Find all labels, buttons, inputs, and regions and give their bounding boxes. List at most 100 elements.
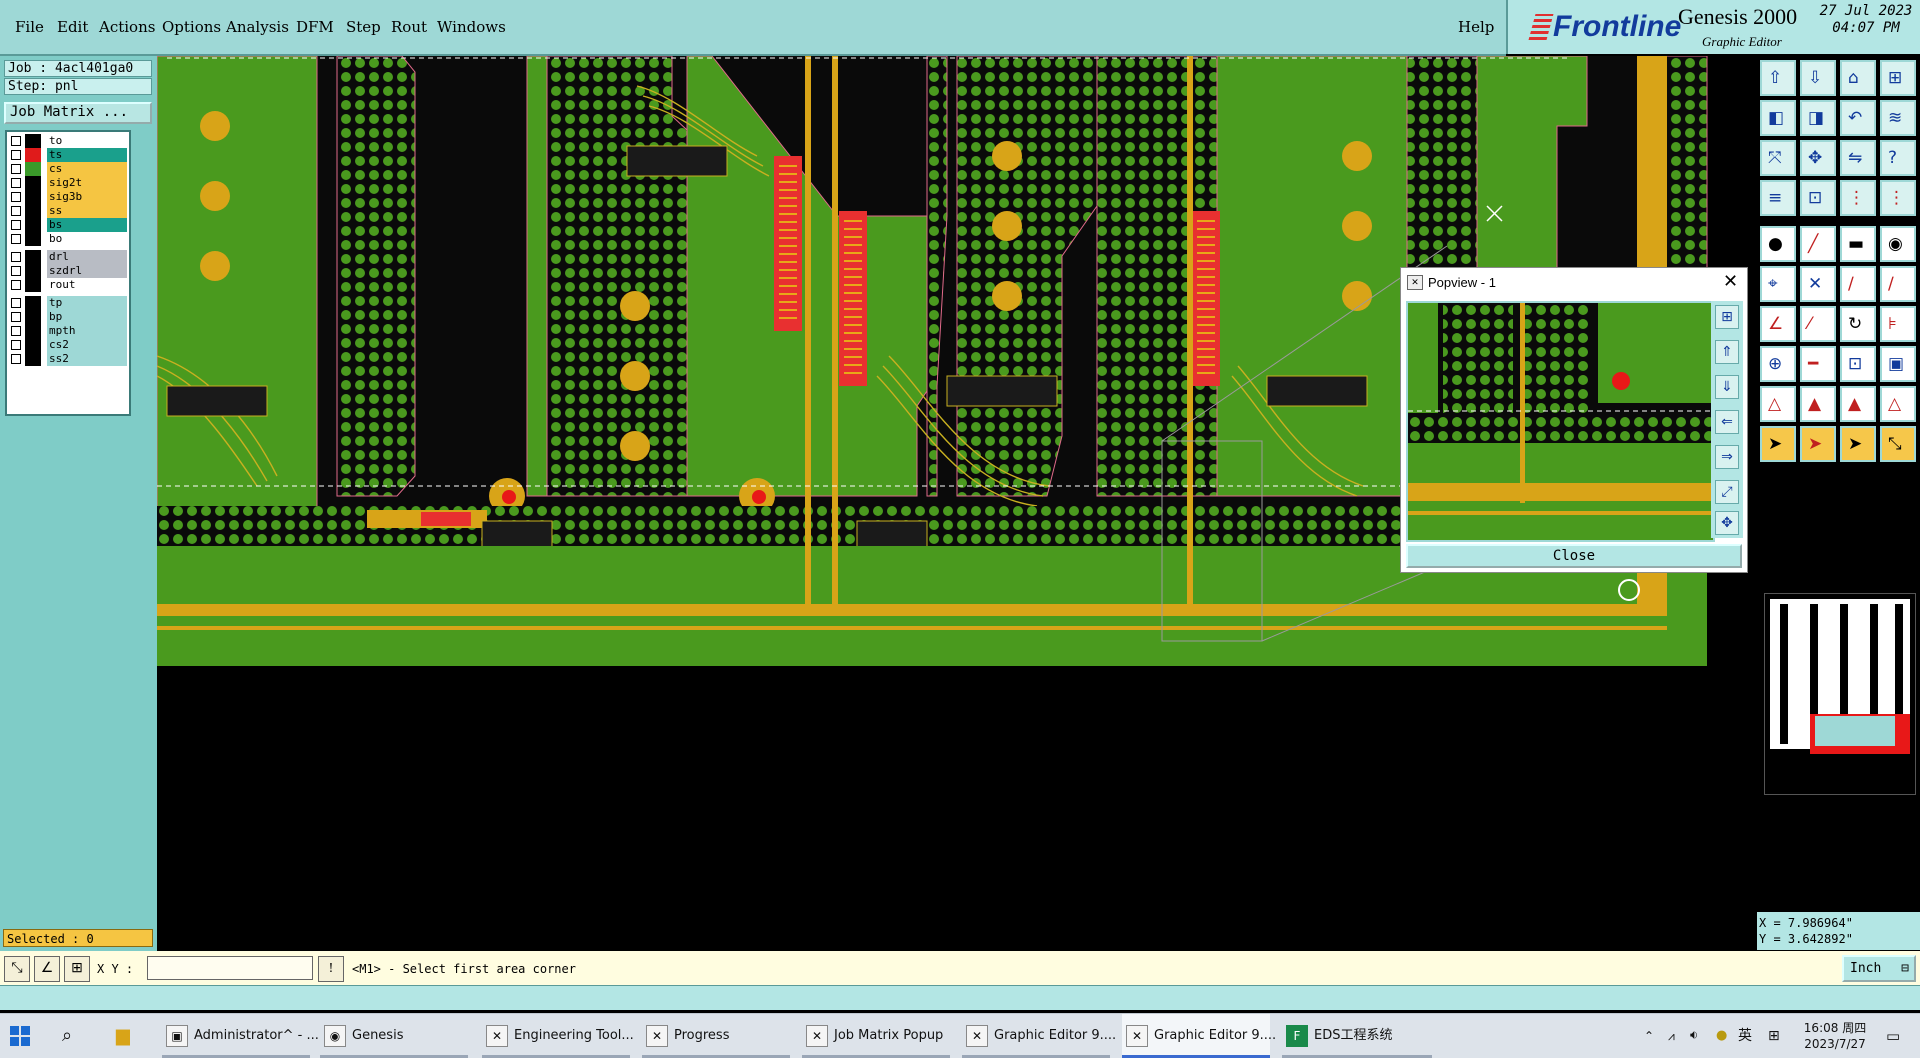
- tray-chevron-icon[interactable]: ⌃: [1644, 1014, 1654, 1058]
- layer-checkbox[interactable]: [11, 354, 21, 364]
- layer-name[interactable]: mpth: [47, 324, 127, 338]
- step-down-icon[interactable]: ⇩: [1800, 60, 1836, 96]
- snap-icon[interactable]: ⋮: [1880, 180, 1916, 216]
- slash-icon[interactable]: ⁄: [1800, 306, 1836, 342]
- taskbar-item[interactable]: F EDS工程系统: [1282, 1014, 1432, 1058]
- layer-checkbox[interactable]: [11, 150, 21, 160]
- layer-name[interactable]: tp: [47, 296, 127, 310]
- system-clock[interactable]: 16:08 周四 2023/7/27: [1800, 1014, 1870, 1058]
- layer-row-ss[interactable]: ss: [9, 204, 127, 218]
- ime-toggle-icon[interactable]: ●: [1716, 1014, 1727, 1058]
- ime-mode[interactable]: 英: [1738, 1014, 1752, 1058]
- ime-pad-icon[interactable]: ⊞: [1768, 1014, 1780, 1058]
- zoom-in-icon[interactable]: ⊞: [1715, 305, 1739, 329]
- help-icon[interactable]: ?: [1880, 140, 1916, 176]
- notification-icon[interactable]: ▭: [1886, 1014, 1900, 1058]
- layer-checkbox[interactable]: [11, 192, 21, 202]
- layer-checkbox[interactable]: [11, 340, 21, 350]
- layer-name[interactable]: ss: [47, 204, 127, 218]
- layer-checkbox[interactable]: [11, 178, 21, 188]
- overview-map[interactable]: [1764, 593, 1916, 795]
- surface-icon[interactable]: ▬: [1840, 226, 1876, 262]
- layer-checkbox[interactable]: [11, 252, 21, 262]
- layer-name[interactable]: ts: [47, 148, 127, 162]
- file-explorer-icon[interactable]: ▆: [116, 1014, 142, 1058]
- zoom-home-icon[interactable]: ✥: [1800, 140, 1836, 176]
- redraw-icon[interactable]: ≋: [1880, 100, 1916, 136]
- layer-row-cs[interactable]: cs: [9, 162, 127, 176]
- pointer-select-icon[interactable]: ➤: [1840, 426, 1876, 462]
- layer-name[interactable]: bs: [47, 218, 127, 232]
- pan-right-icon[interactable]: ⇒: [1715, 445, 1739, 469]
- pointer-red-icon[interactable]: ➤: [1800, 426, 1836, 462]
- pointer-multi-icon[interactable]: ⤡: [1880, 426, 1916, 462]
- layer-name[interactable]: bp: [47, 310, 127, 324]
- scale-icon[interactable]: ⇋: [1840, 140, 1876, 176]
- taskbar-item[interactable]: ✕ Job Matrix Popup: [802, 1014, 950, 1058]
- grid-mode-icon[interactable]: ⊞: [64, 956, 90, 982]
- layer-checkbox[interactable]: [11, 234, 21, 244]
- volume-icon[interactable]: 🔉︎: [1690, 1014, 1698, 1058]
- layer-row-sig3b[interactable]: sig3b: [9, 190, 127, 204]
- minus-icon[interactable]: ━: [1800, 346, 1836, 382]
- menu-edit[interactable]: Edit: [57, 18, 88, 36]
- taskbar-item[interactable]: ✕ Engineering Tool...: [482, 1014, 634, 1058]
- layer-name[interactable]: cs2: [47, 338, 127, 352]
- layers-icon[interactable]: ≡: [1760, 180, 1796, 216]
- triangle-filled-icon[interactable]: ▲: [1840, 386, 1876, 422]
- layer-name[interactable]: to: [47, 134, 127, 148]
- cross-icon[interactable]: ✕: [1800, 266, 1836, 302]
- layer-checkbox[interactable]: [11, 312, 21, 322]
- menu-file[interactable]: File: [15, 18, 44, 36]
- step-up-icon[interactable]: ⇧: [1760, 60, 1796, 96]
- taskbar-item[interactable]: ✕ Graphic Editor 9....: [962, 1014, 1116, 1058]
- home-icon[interactable]: ⌂: [1840, 60, 1876, 96]
- layer-checkbox[interactable]: [11, 280, 21, 290]
- segment-icon[interactable]: ∕: [1840, 266, 1876, 302]
- layer-row-tp[interactable]: tp: [9, 296, 127, 310]
- layer-name[interactable]: szdrl: [47, 264, 127, 278]
- triangle-icon[interactable]: △: [1760, 386, 1796, 422]
- layer-name[interactable]: sig2t: [47, 176, 127, 190]
- undo-icon[interactable]: ↶: [1840, 100, 1876, 136]
- menu-options[interactable]: Options: [162, 18, 221, 36]
- close-icon[interactable]: ✕: [1723, 271, 1738, 292]
- triangle-select-icon[interactable]: ▲: [1800, 386, 1836, 422]
- layer-name[interactable]: sig3b: [47, 190, 127, 204]
- menu-actions[interactable]: Actions: [99, 18, 155, 36]
- layer-row-ss2[interactable]: ss2: [9, 352, 127, 366]
- menu-dfm[interactable]: DFM: [296, 18, 334, 36]
- layer-name[interactable]: ss2: [47, 352, 127, 366]
- layer-row-szdrl[interactable]: szdrl: [9, 264, 127, 278]
- layer-row-bo[interactable]: bo: [9, 232, 127, 246]
- layer-checkbox[interactable]: [11, 164, 21, 174]
- pan-left-icon[interactable]: ⇐: [1715, 410, 1739, 434]
- popview-canvas[interactable]: [1406, 301, 1715, 542]
- layer-row-cs2[interactable]: cs2: [9, 338, 127, 352]
- connect-icon[interactable]: ⌖: [1760, 266, 1796, 302]
- layer-row-drl[interactable]: drl: [9, 250, 127, 264]
- network-icon[interactable]: ⩘: [1668, 1014, 1675, 1058]
- grid-icon[interactable]: ⊞: [1880, 60, 1916, 96]
- line-icon[interactable]: ╱: [1800, 226, 1836, 262]
- pan-up-icon[interactable]: ⇑: [1715, 340, 1739, 364]
- snap-mode-icon[interactable]: ⤡: [4, 956, 30, 982]
- pointer-icon[interactable]: ➤: [1760, 426, 1796, 462]
- rotate-icon[interactable]: ↻: [1840, 306, 1876, 342]
- stack-icon[interactable]: ⊧: [1880, 306, 1916, 342]
- layer-checkbox[interactable]: [11, 266, 21, 276]
- units-selector[interactable]: Inch ⊟: [1842, 955, 1916, 982]
- popview-titlebar[interactable]: ✕ Popview - 1 ✕: [1401, 268, 1747, 297]
- angle-mode-icon[interactable]: ∠: [34, 956, 60, 982]
- node-icon[interactable]: ⊕: [1760, 346, 1796, 382]
- pan-down-icon[interactable]: ⇓: [1715, 375, 1739, 399]
- start-button[interactable]: [10, 1014, 38, 1058]
- menu-help[interactable]: Help: [1458, 18, 1494, 36]
- zoom-home-icon[interactable]: ✥: [1715, 511, 1739, 535]
- group-icon[interactable]: ▣: [1880, 346, 1916, 382]
- pan-left-icon[interactable]: ◧: [1760, 100, 1796, 136]
- zoom-fit-icon[interactable]: ⤢: [1715, 480, 1739, 504]
- layer-name[interactable]: cs: [47, 162, 127, 176]
- zoom-fit-icon[interactable]: ⤧: [1760, 140, 1796, 176]
- taskbar-item-active[interactable]: ✕ Graphic Editor 9....: [1122, 1014, 1276, 1058]
